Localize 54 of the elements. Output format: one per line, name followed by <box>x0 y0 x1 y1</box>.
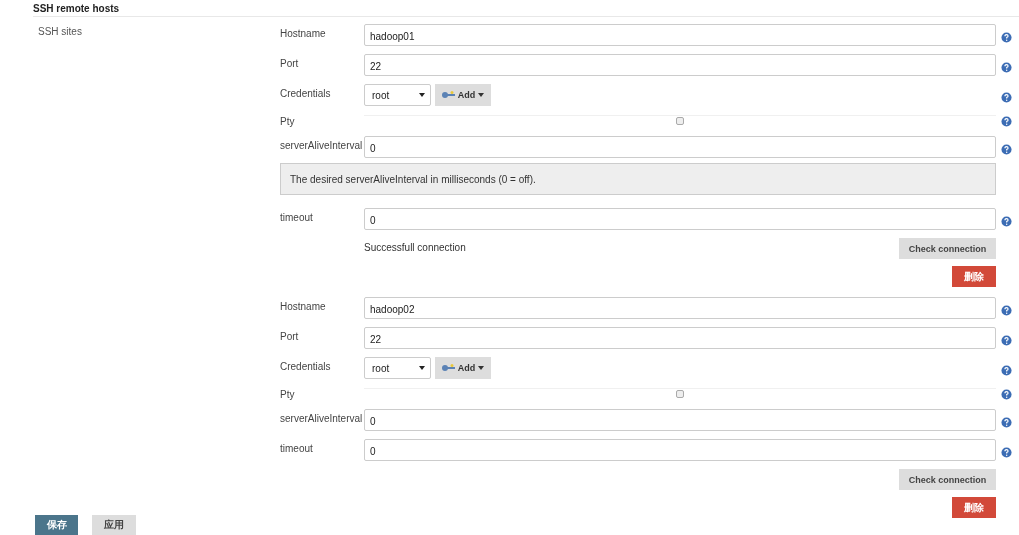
check-connection-button[interactable]: Check connection <box>899 469 996 490</box>
field-label: Port <box>280 331 300 344</box>
status-message: Successfull connection <box>364 241 466 253</box>
key-icon <box>441 91 455 99</box>
input-field[interactable]: 0 <box>364 439 996 461</box>
caret-icon <box>419 366 425 370</box>
field-label: Port <box>280 58 300 71</box>
help-icon[interactable] <box>1001 215 1012 227</box>
check-connection-button[interactable]: Check connection <box>899 238 996 259</box>
input-field[interactable]: hadoop02 <box>364 297 996 319</box>
help-icon[interactable] <box>1001 446 1012 458</box>
delete-button[interactable]: 删除 <box>952 266 996 287</box>
field-label: Credentials <box>280 361 332 374</box>
credentials-dropdown[interactable]: root <box>364 357 431 379</box>
save-button[interactable]: 保存 <box>35 515 78 535</box>
caret-icon <box>478 366 485 370</box>
checkbox[interactable] <box>676 390 684 398</box>
help-icon[interactable] <box>1001 364 1012 376</box>
field-label: serverAliveInterval <box>280 413 364 426</box>
field-label: timeout <box>280 212 314 225</box>
field-label: Hostname <box>280 28 327 41</box>
help-icon[interactable] <box>1001 115 1012 127</box>
help-icon[interactable] <box>1001 91 1012 103</box>
help-icon[interactable] <box>1001 388 1012 400</box>
checkbox[interactable] <box>676 117 684 125</box>
section-label: SSH sites <box>38 26 82 37</box>
credentials-dropdown[interactable]: root <box>364 84 431 106</box>
add-button[interactable]: Add <box>435 357 491 379</box>
input-field[interactable]: 22 <box>364 327 996 349</box>
field-label: Pty <box>280 388 296 400</box>
help-icon[interactable] <box>1001 61 1012 73</box>
input-field[interactable]: 0 <box>364 409 996 431</box>
help-icon[interactable] <box>1001 416 1012 428</box>
key-icon <box>441 364 455 372</box>
field-label: Hostname <box>280 301 327 314</box>
help-icon[interactable] <box>1001 143 1012 155</box>
field-label: Credentials <box>280 88 332 101</box>
delete-button[interactable]: 删除 <box>952 497 996 518</box>
caret-icon <box>419 93 425 97</box>
field-label: Pty <box>280 115 296 127</box>
input-field[interactable]: 0 <box>364 136 996 158</box>
apply-button[interactable]: 应用 <box>92 515 136 535</box>
input-field[interactable]: 0 <box>364 208 996 230</box>
help-text: The desired serverAliveInterval in milliseconds (0 = off). <box>280 163 996 195</box>
field-label: serverAliveInterval <box>280 140 364 153</box>
section-title: SSH remote hosts <box>33 0 1019 17</box>
help-icon[interactable] <box>1001 304 1012 316</box>
field-label: timeout <box>280 443 314 456</box>
help-icon[interactable] <box>1001 334 1012 346</box>
add-button[interactable]: Add <box>435 84 491 106</box>
input-field[interactable]: hadoop01 <box>364 24 996 46</box>
input-field[interactable]: 22 <box>364 54 996 76</box>
help-icon[interactable] <box>1001 31 1012 43</box>
caret-icon <box>478 93 485 97</box>
